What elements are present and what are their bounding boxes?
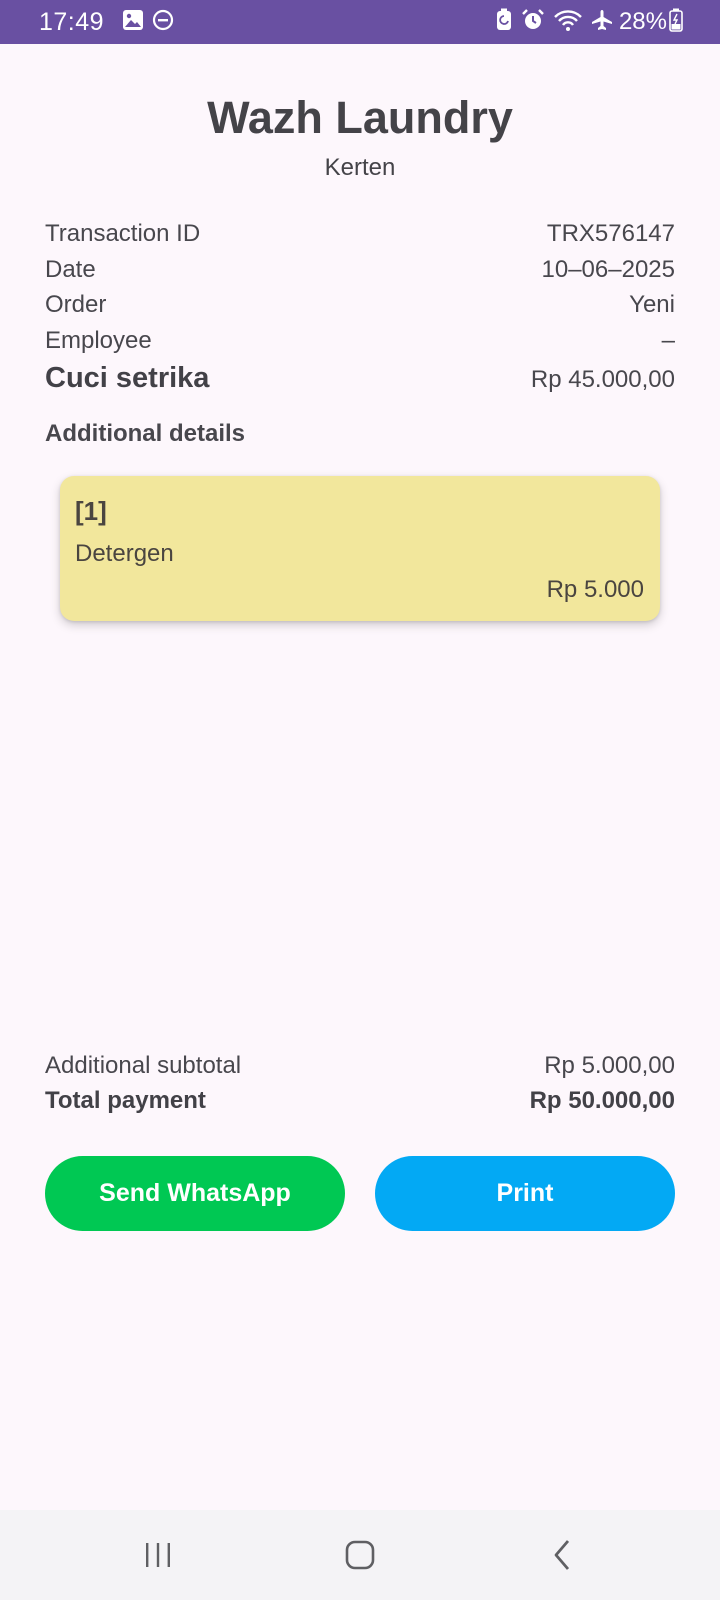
status-bar: 17:49 28%	[0, 0, 720, 44]
navigation-bar	[0, 1510, 720, 1600]
battery-percent: 28%	[618, 8, 667, 35]
service-name: Cuci setrika	[45, 362, 210, 394]
totals: Additional subtotal Rp 5.000,00 Total pa…	[45, 1048, 675, 1118]
employee-value: –	[661, 326, 675, 354]
business-name: Wazh Laundry	[207, 92, 513, 143]
info-row-employee: Employee –	[45, 323, 675, 359]
transaction-id-value: TRX576147	[546, 220, 675, 247]
employee-label: Employee	[45, 326, 152, 354]
dnd-icon	[152, 9, 174, 36]
date-value: 10–06–2025	[541, 255, 675, 283]
info-row-order: Order Yeni	[45, 287, 675, 323]
total-row: Total payment Rp 50.000,00	[45, 1083, 675, 1118]
recent-apps-icon[interactable]	[98, 1510, 218, 1600]
info-row-date: Date 10–06–2025	[45, 252, 675, 288]
additional-item-price: Rp 5.000	[546, 576, 644, 603]
additional-item-index: [1]	[75, 496, 107, 526]
additional-item-card: [1] Detergen Rp 5.000	[60, 476, 660, 621]
subtotal-value: Rp 5.000,00	[544, 1052, 675, 1079]
alarm-icon	[521, 8, 545, 37]
date-label: Date	[45, 255, 96, 283]
wifi-icon	[553, 8, 583, 37]
subtotal-row: Additional subtotal Rp 5.000,00	[45, 1048, 675, 1083]
order-value: Yeni	[629, 291, 675, 318]
airplane-icon	[591, 9, 613, 36]
send-whatsapp-button[interactable]: Send WhatsApp	[45, 1156, 345, 1231]
status-time: 17:49	[39, 7, 105, 36]
additional-details-heading: Additional details	[45, 420, 246, 447]
transaction-info: Transaction ID TRX576147 Date 10–06–2025…	[45, 216, 675, 398]
total-value: Rp 50.000,00	[529, 1087, 675, 1114]
additional-item-name: Detergen	[75, 540, 174, 567]
service-price: Rp 45.000,00	[530, 366, 675, 393]
battery-saver-icon	[495, 8, 513, 37]
transaction-id-label: Transaction ID	[45, 220, 201, 247]
home-icon[interactable]	[300, 1510, 420, 1600]
business-location: Kerten	[324, 154, 396, 181]
info-row-service: Cuci setrika Rp 45.000,00	[45, 358, 675, 398]
subtotal-label: Additional subtotal	[45, 1052, 242, 1079]
print-button[interactable]: Print	[375, 1156, 675, 1231]
total-label: Total payment	[45, 1087, 206, 1114]
back-icon[interactable]	[503, 1510, 623, 1600]
info-row-transaction-id: Transaction ID TRX576147	[45, 216, 675, 252]
gallery-icon	[122, 9, 144, 36]
order-label: Order	[45, 291, 107, 318]
battery-icon	[669, 8, 683, 37]
